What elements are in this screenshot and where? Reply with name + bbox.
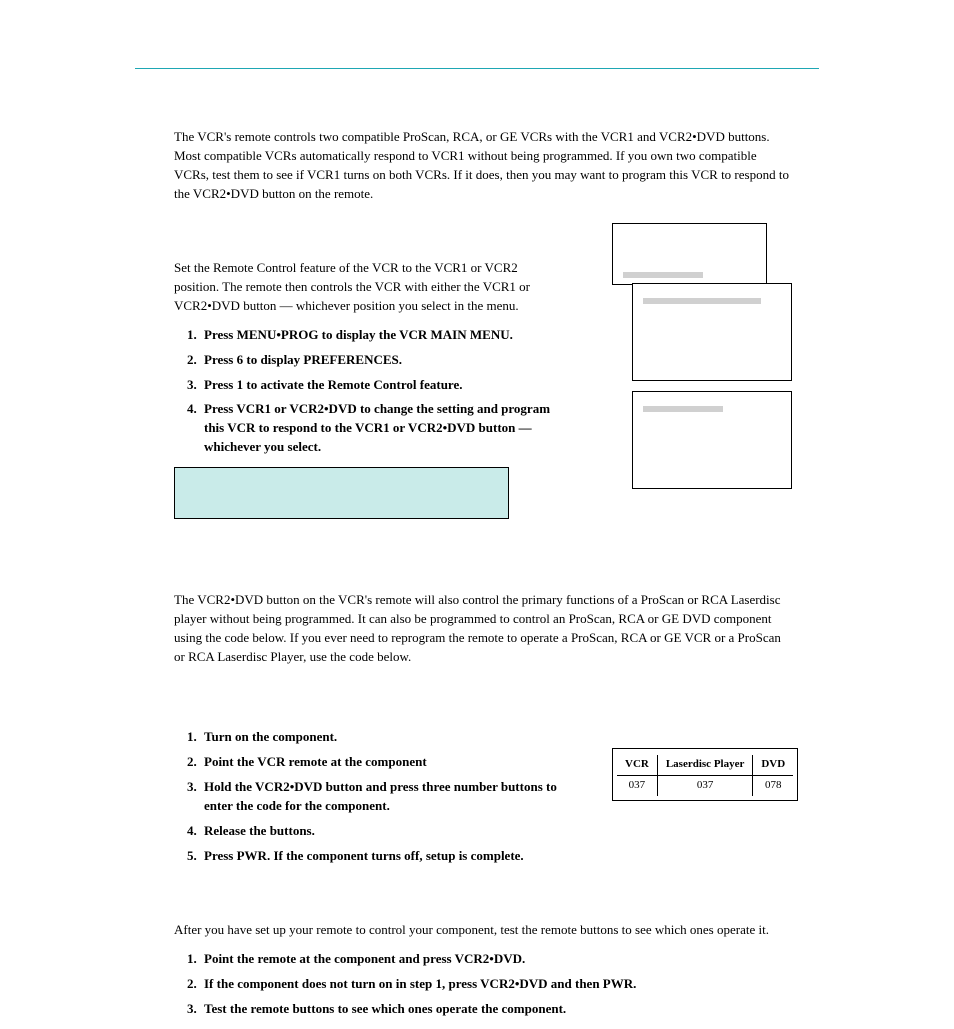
page-content: The VCR's remote controls two compatible…: [174, 128, 792, 1029]
codes-value-vcr: 037: [617, 776, 657, 796]
list-item: Press 6 to display PREFERENCES.: [200, 351, 564, 370]
set-remote-steps: Press MENU•PROG to display the VCR MAIN …: [200, 326, 564, 457]
programming-intro: The VCR2•DVD button on the VCR's remote …: [174, 591, 792, 666]
list-item: Hold the VCR2•DVD button and press three…: [200, 778, 584, 816]
list-item: Press MENU•PROG to display the VCR MAIN …: [200, 326, 564, 345]
callout-box: [174, 467, 509, 519]
intro-paragraph: The VCR's remote controls two compatible…: [174, 128, 792, 203]
codes-value-dvd: 078: [753, 776, 793, 796]
set-remote-section: Set the Remote Control feature of the VC…: [174, 259, 792, 519]
list-item: If the component does not turn on in ste…: [200, 975, 792, 994]
codes-header-dvd: DVD: [753, 755, 793, 775]
codes-header-laserdisc: Laserdisc Player: [657, 755, 753, 775]
programming-steps: Turn on the component. Point the VCR rem…: [200, 728, 584, 865]
list-item: Turn on the component.: [200, 728, 584, 747]
header-rule: [135, 68, 819, 69]
list-item: Point the remote at the component and pr…: [200, 950, 792, 969]
menu-panel-1: [612, 223, 767, 285]
test-intro: After you have set up your remote to con…: [174, 921, 792, 940]
menu-panel-2: [632, 283, 792, 381]
codes-table: VCR Laserdisc Player DVD 037 037 078: [612, 748, 798, 801]
test-steps: Point the remote at the component and pr…: [200, 950, 792, 1019]
programming-section: Turn on the component. Point the VCR rem…: [174, 722, 792, 875]
set-remote-intro: Set the Remote Control feature of the VC…: [174, 259, 564, 316]
list-item: Point the VCR remote at the component: [200, 753, 584, 772]
page: The VCR's remote controls two compatible…: [0, 0, 954, 939]
codes-header-vcr: VCR: [617, 755, 657, 775]
menu-panel-3: [632, 391, 792, 489]
codes-value-laserdisc: 037: [657, 776, 753, 796]
list-item: Test the remote buttons to see which one…: [200, 1000, 792, 1019]
list-item: Press PWR. If the component turns off, s…: [200, 847, 584, 866]
list-item: Press VCR1 or VCR2•DVD to change the set…: [200, 400, 564, 457]
list-item: Press 1 to activate the Remote Control f…: [200, 376, 564, 395]
list-item: Release the buttons.: [200, 822, 584, 841]
